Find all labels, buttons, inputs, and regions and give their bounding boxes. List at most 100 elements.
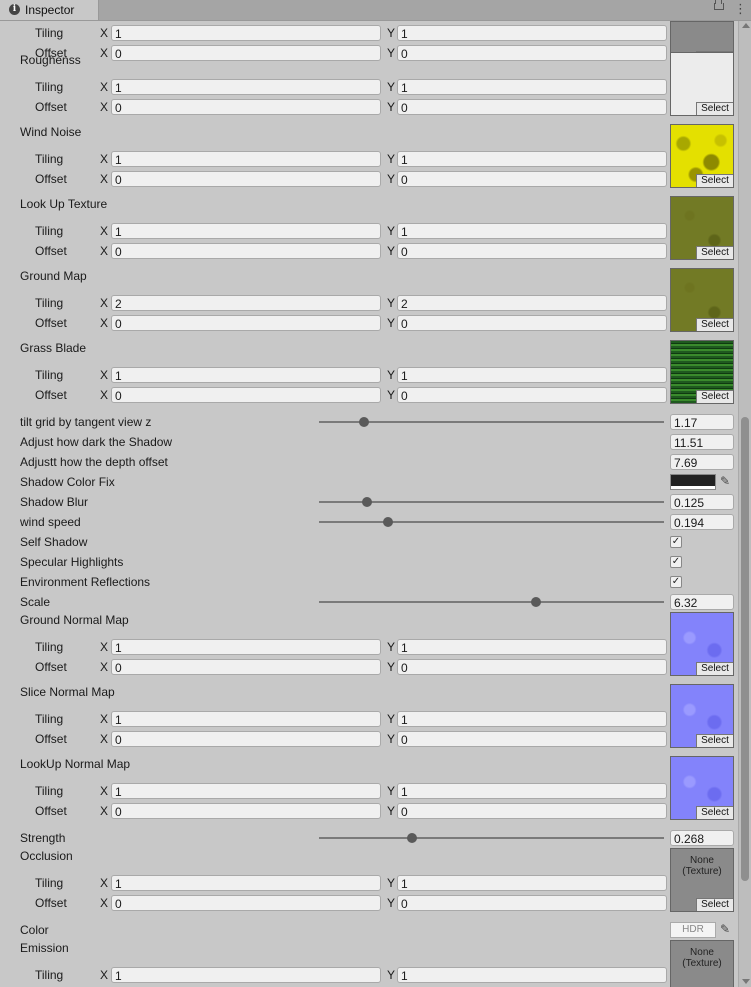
texture-preview[interactable]: None (Texture) Select bbox=[670, 848, 734, 912]
eyedropper-icon[interactable]: ✎ bbox=[718, 474, 732, 488]
select-button[interactable]: Select bbox=[696, 174, 733, 187]
texture-name-8: LookUp Normal Map bbox=[20, 757, 131, 771]
tiling-label: Tiling bbox=[35, 296, 64, 310]
offset-x-field[interactable]: 0 bbox=[111, 315, 381, 331]
offset-y-field[interactable]: 0 bbox=[397, 387, 667, 403]
offset-y-field[interactable]: 0 bbox=[397, 243, 667, 259]
tiling-y-field[interactable]: 1 bbox=[397, 711, 667, 727]
tiling-x-field[interactable]: 1 bbox=[111, 639, 381, 655]
offset-x-field[interactable]: 0 bbox=[111, 659, 381, 675]
scroll-down-arrow-icon[interactable] bbox=[742, 979, 750, 984]
offset-x-field[interactable]: 0 bbox=[111, 99, 381, 115]
tiling-label: Tiling bbox=[35, 80, 64, 94]
scrollbar-thumb[interactable] bbox=[741, 417, 749, 881]
shadow-darkness-value-field[interactable]: 11.51 bbox=[670, 434, 734, 450]
offset-x-field[interactable]: 0 bbox=[111, 171, 381, 187]
select-button[interactable]: Select bbox=[696, 390, 733, 403]
depth-offset-value-field[interactable]: 7.69 bbox=[670, 454, 734, 470]
tab-inspector[interactable]: i Inspector bbox=[0, 0, 99, 20]
select-button[interactable]: Select bbox=[696, 102, 733, 115]
tiling-y-field[interactable]: 1 bbox=[397, 79, 667, 95]
wind-speed-slider-handle[interactable] bbox=[383, 517, 393, 527]
offset-y-field[interactable]: 0 bbox=[397, 45, 667, 61]
scroll-up-arrow-icon[interactable] bbox=[742, 23, 750, 28]
environment-reflections-checkbox[interactable]: ✓ bbox=[670, 576, 682, 588]
tiling-x-field[interactable]: 1 bbox=[111, 783, 381, 799]
offset-x-field[interactable]: 0 bbox=[111, 45, 381, 61]
texture-preview[interactable]: None (Texture) bbox=[670, 940, 734, 987]
scale-slider-handle[interactable] bbox=[531, 597, 541, 607]
shadow-blur-slider-handle[interactable] bbox=[362, 497, 372, 507]
texture-preview[interactable]: Select bbox=[670, 268, 734, 332]
tiling-x-field[interactable]: 1 bbox=[111, 25, 381, 41]
offset-y-field[interactable]: 0 bbox=[397, 315, 667, 331]
tiling-x-field[interactable]: 1 bbox=[111, 223, 381, 239]
vertical-scrollbar[interactable] bbox=[738, 21, 751, 987]
texture-preview[interactable]: Select bbox=[670, 756, 734, 820]
wind-speed-slider-track[interactable] bbox=[319, 521, 664, 523]
tiling-y-field[interactable]: 1 bbox=[397, 875, 667, 891]
offset-x-field[interactable]: 0 bbox=[111, 731, 381, 747]
texture-preview[interactable]: Select bbox=[670, 340, 734, 404]
tiling-y-field[interactable]: 1 bbox=[397, 25, 667, 41]
texture-preview[interactable]: Select bbox=[670, 612, 734, 676]
axis-y-label: Y bbox=[387, 80, 396, 94]
select-button[interactable]: Select bbox=[696, 734, 733, 747]
select-button[interactable]: Select bbox=[696, 318, 733, 331]
tiling-y-field[interactable]: 1 bbox=[397, 639, 667, 655]
select-button[interactable]: Select bbox=[696, 246, 733, 259]
specular-highlights-checkbox[interactable]: ✓ bbox=[670, 556, 682, 568]
shadow-color-swatch[interactable] bbox=[670, 474, 716, 490]
strength-value-field[interactable]: 0.268 bbox=[670, 830, 734, 846]
more-menu-icon[interactable]: ⋮ bbox=[734, 2, 747, 16]
offset-y-field[interactable]: 0 bbox=[397, 99, 667, 115]
strength-slider-handle[interactable] bbox=[407, 833, 417, 843]
tilt-grid-slider-handle[interactable] bbox=[359, 417, 369, 427]
tiling-x-field[interactable]: 1 bbox=[111, 875, 381, 891]
tiling-y-field[interactable]: 1 bbox=[397, 783, 667, 799]
axis-x-label: X bbox=[100, 804, 109, 818]
tiling-x-field[interactable]: 1 bbox=[111, 967, 381, 983]
strength-slider-track[interactable] bbox=[319, 837, 664, 839]
offset-y-field[interactable]: 0 bbox=[397, 171, 667, 187]
self-shadow-checkbox[interactable]: ✓ bbox=[670, 536, 682, 548]
texture-preview[interactable]: Select bbox=[670, 196, 734, 260]
texture-preview[interactable]: Select bbox=[670, 52, 734, 116]
lock-icon[interactable] bbox=[714, 0, 724, 10]
tiling-y-field[interactable]: 2 bbox=[397, 295, 667, 311]
offset-x-field[interactable]: 0 bbox=[111, 895, 381, 911]
tiling-x-field[interactable]: 1 bbox=[111, 79, 381, 95]
texture-name-1: Roughenss bbox=[20, 53, 81, 67]
offset-y-field[interactable]: 0 bbox=[397, 659, 667, 675]
offset-x-field[interactable]: 0 bbox=[111, 803, 381, 819]
tilt-grid-slider-track[interactable] bbox=[319, 421, 664, 423]
offset-y-field[interactable]: 0 bbox=[397, 731, 667, 747]
tiling-y-field[interactable]: 1 bbox=[397, 967, 667, 983]
tiling-x-field[interactable]: 2 bbox=[111, 295, 381, 311]
tiling-y-field[interactable]: 1 bbox=[397, 223, 667, 239]
offset-y-field[interactable]: 0 bbox=[397, 895, 667, 911]
offset-y-field[interactable]: 0 bbox=[397, 803, 667, 819]
texture-preview[interactable]: Select bbox=[670, 124, 734, 188]
scale-slider-track[interactable] bbox=[319, 601, 664, 603]
offset-x-field[interactable]: 0 bbox=[111, 387, 381, 403]
texture-preview[interactable]: Select bbox=[670, 684, 734, 748]
scale-value-field[interactable]: 6.32 bbox=[670, 594, 734, 610]
offset-label: Offset bbox=[35, 660, 67, 674]
select-button[interactable]: Select bbox=[696, 806, 733, 819]
tiling-y-field[interactable]: 1 bbox=[397, 151, 667, 167]
offset-x-field[interactable]: 0 bbox=[111, 243, 381, 259]
select-button[interactable]: Select bbox=[696, 898, 733, 911]
wind-speed-value-field[interactable]: 0.194 bbox=[670, 514, 734, 530]
tilt-grid-value-field[interactable]: 1.17 bbox=[670, 414, 734, 430]
shadow-blur-value-field[interactable]: 0.125 bbox=[670, 494, 734, 510]
tiling-y-field[interactable]: 1 bbox=[397, 367, 667, 383]
tiling-x-field[interactable]: 1 bbox=[111, 151, 381, 167]
color-label: Color bbox=[20, 923, 49, 937]
select-button[interactable]: Select bbox=[696, 662, 733, 675]
color-hdr-swatch[interactable]: HDR bbox=[670, 922, 716, 938]
axis-x-label: X bbox=[100, 876, 109, 890]
tiling-x-field[interactable]: 1 bbox=[111, 367, 381, 383]
tiling-x-field[interactable]: 1 bbox=[111, 711, 381, 727]
eyedropper-icon[interactable]: ✎ bbox=[718, 922, 732, 936]
